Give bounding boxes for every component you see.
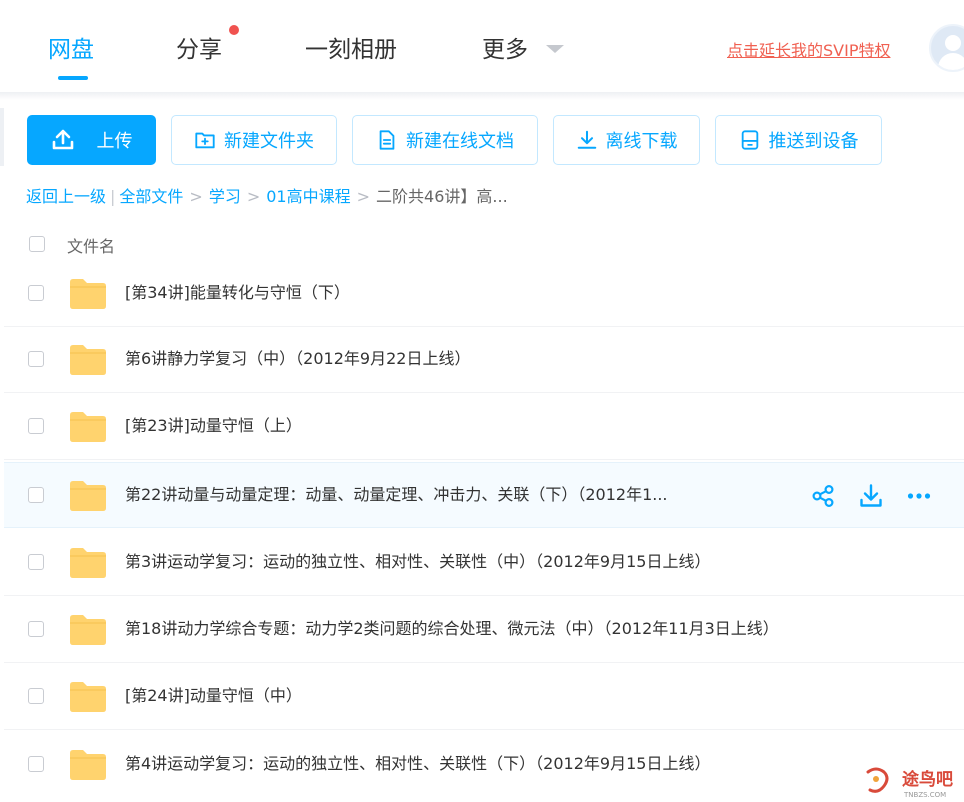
avatar-body [938, 53, 964, 70]
file-name[interactable]: 第6讲静力学复习（中）（2012年9月22日上线） [125, 348, 470, 370]
avatar[interactable] [929, 24, 964, 72]
column-header-filename[interactable]: 文件名 [67, 233, 115, 257]
document-icon [379, 130, 395, 150]
chevron-down-icon[interactable] [546, 45, 564, 53]
folder-icon [70, 279, 106, 309]
upload-label: 上传 [96, 131, 133, 152]
top-navigation: 网盘 分享 一刻相册 更多 点击延长我的SVIP特权 [0, 0, 964, 92]
new-online-doc-button[interactable]: 新建在线文档 [352, 115, 538, 165]
breadcrumb-study[interactable]: 学习 [209, 187, 241, 206]
push-to-device-button[interactable]: 推送到设备 [715, 115, 882, 165]
file-row[interactable]: [第34讲]能量转化与守恒（下） [4, 261, 964, 327]
file-name[interactable]: 第4讲运动学复习：运动的独立性、相对性、关联性（下）（2012年9月15日上线） [125, 753, 710, 775]
breadcrumb-current: 二阶共46讲】高... [376, 187, 508, 206]
header-shadow [0, 92, 964, 100]
device-icon [741, 130, 758, 150]
file-row[interactable]: [第24讲]动量守恒（中） [4, 664, 964, 730]
tab-share[interactable]: 分享 [176, 30, 222, 64]
upload-button[interactable]: 上传 [27, 115, 156, 165]
file-row[interactable]: 第3讲运动学复习：运动的独立性、相对性、关联性（中）（2012年9月15日上线） [4, 530, 964, 596]
row-checkbox[interactable] [28, 487, 44, 503]
breadcrumb: 返回上一级 | 全部文件 > 学习 >01高中课程 > 二阶共46讲】高... [26, 186, 508, 208]
breadcrumb-chevron-icon: > [189, 187, 203, 206]
file-name[interactable]: [第23讲]动量守恒（上） [125, 415, 302, 437]
tab-more[interactable]: 更多 [482, 30, 528, 64]
file-row[interactable]: 第18讲动力学综合专题：动力学2类问题的综合处理、微元法（中）（2012年11月… [4, 597, 964, 663]
row-checkbox[interactable] [28, 351, 44, 367]
folder-icon [70, 481, 106, 511]
watermark-logo: 途鸟吧 TNBZS.COM [866, 767, 953, 799]
folder-icon [70, 750, 106, 780]
new-folder-button[interactable]: 新建文件夹 [171, 115, 337, 165]
active-tab-indicator [58, 76, 88, 80]
file-name[interactable]: [第34讲]能量转化与守恒（下） [125, 282, 350, 304]
row-checkbox[interactable] [28, 756, 44, 772]
row-checkbox[interactable] [28, 688, 44, 704]
select-all-checkbox[interactable] [29, 236, 45, 252]
file-row[interactable]: 第4讲运动学复习：运动的独立性、相对性、关联性（下）（2012年9月15日上线） [4, 732, 964, 798]
offline-download-button[interactable]: 离线下载 [553, 115, 700, 165]
folder-plus-icon [195, 132, 215, 149]
breadcrumb-back[interactable]: 返回上一级 [26, 187, 106, 206]
file-row[interactable]: [第23讲]动量守恒（上） [4, 394, 964, 460]
svip-renew-link[interactable]: 点击延长我的SVIP特权 [727, 37, 890, 61]
file-row[interactable]: 第6讲静力学复习（中）（2012年9月22日上线） [4, 327, 964, 393]
tab-netdisk[interactable]: 网盘 [48, 30, 94, 64]
tab-moments-album[interactable]: 一刻相册 [305, 30, 397, 64]
watermark-subtext: TNBZS.COM [903, 791, 946, 799]
download-icon[interactable] [858, 483, 884, 509]
file-name[interactable]: [第24讲]动量守恒（中） [125, 685, 302, 707]
breadcrumb-high-school[interactable]: 01高中课程 [266, 187, 350, 206]
offline-download-label: 离线下载 [605, 131, 678, 152]
download-icon [577, 130, 596, 149]
file-name[interactable]: 第18讲动力学综合专题：动力学2类问题的综合处理、微元法（中）（2012年11月… [125, 618, 779, 640]
more-options-icon[interactable] [906, 483, 932, 509]
folder-icon [70, 548, 106, 578]
folder-icon [70, 345, 106, 375]
breadcrumb-divider: | [110, 187, 116, 206]
file-name[interactable]: 第22讲动量与动量定理：动量、动量定理、冲击力、关联（下）（2012年1... [125, 484, 668, 506]
breadcrumb-all-files[interactable]: 全部文件 [119, 187, 183, 206]
folder-icon [70, 615, 106, 645]
file-name[interactable]: 第3讲运动学复习：运动的独立性、相对性、关联性（中）（2012年9月15日上线） [125, 551, 710, 573]
row-checkbox[interactable] [28, 285, 44, 301]
new-folder-label: 新建文件夹 [224, 131, 314, 152]
share-icon[interactable] [810, 483, 836, 509]
sidebar-edge [0, 108, 4, 166]
folder-icon [70, 412, 106, 442]
new-online-doc-label: 新建在线文档 [406, 131, 514, 152]
avatar-head [945, 35, 961, 51]
file-row-hovered[interactable]: 第22讲动量与动量定理：动量、动量定理、冲击力、关联（下）（2012年1... [4, 462, 964, 528]
row-checkbox[interactable] [28, 418, 44, 434]
breadcrumb-chevron-icon: > [356, 187, 371, 206]
notification-dot [229, 25, 239, 35]
row-checkbox[interactable] [28, 621, 44, 637]
watermark-text: 途鸟吧 [902, 769, 953, 790]
row-checkbox[interactable] [28, 554, 44, 570]
push-to-device-label: 推送到设备 [768, 131, 859, 152]
breadcrumb-chevron-icon: > [246, 187, 261, 206]
upload-icon [52, 129, 73, 150]
folder-icon [70, 682, 106, 712]
